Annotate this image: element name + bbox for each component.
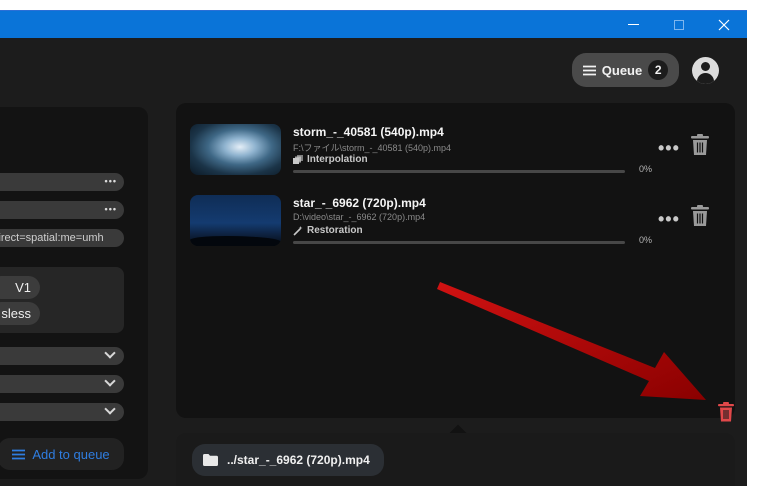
chevron-down-icon [104, 403, 116, 415]
minimize-button[interactable] [610, 11, 656, 38]
output-panel: ../star_-_6962 (720p).mp4 [176, 433, 735, 486]
queue-panel: storm_-_40581 (540p).mp4 F:\ファイル\storm_-… [176, 103, 735, 418]
output-file-chip[interactable]: ../star_-_6962 (720p).mp4 [192, 444, 384, 476]
clear-queue-trash-icon[interactable] [717, 402, 735, 422]
hamburger-icon [582, 65, 596, 75]
queue-item-title: storm_-_40581 (540p).mp4 [293, 125, 444, 139]
output-path-field[interactable]: ••• [0, 201, 124, 219]
header-bar: Queue 2 [0, 38, 747, 102]
video-thumbnail [190, 124, 281, 175]
delete-item-icon[interactable] [690, 134, 710, 156]
queue-item-path: D:\video\star_-_6962 (720p).mp4 [293, 212, 426, 222]
account-icon [701, 62, 710, 71]
queue-item-title: star_-_6962 (720p).mp4 [293, 196, 426, 210]
chevron-down-icon [104, 375, 116, 387]
more-options-icon[interactable]: ••• [105, 204, 117, 214]
queue-count-badge: 2 [648, 60, 669, 80]
more-options-icon[interactable]: ••• [105, 176, 117, 186]
folder-icon [203, 454, 218, 466]
args-field[interactable]: lirect=spatial:me=umh [0, 229, 124, 247]
progress-percent: 0% [639, 164, 653, 174]
maximize-icon [674, 19, 684, 30]
progress-percent: 0% [639, 235, 653, 245]
input-path-field[interactable]: ••• [0, 173, 124, 191]
add-to-queue-label: Add to queue [32, 446, 110, 462]
progress-bar [293, 241, 625, 244]
interpolation-icon [293, 155, 303, 164]
queue-item-task: Interpolation [293, 154, 368, 165]
maximize-button[interactable] [656, 11, 702, 38]
more-options-button[interactable]: ••• [658, 138, 680, 159]
add-to-queue-button[interactable]: Add to queue [0, 438, 124, 470]
close-icon [718, 19, 730, 30]
magic-wand-icon [293, 225, 303, 236]
output-file-label: ../star_-_6962 (720p).mp4 [227, 453, 370, 467]
chevron-down-icon [104, 347, 116, 359]
title-bar [0, 11, 747, 38]
queue-item[interactable]: storm_-_40581 (540p).mp4 F:\ファイル\storm_-… [190, 124, 720, 184]
delete-item-icon[interactable] [690, 205, 710, 227]
queue-label: Queue [601, 62, 643, 78]
queue-button[interactable]: Queue 2 [572, 53, 679, 87]
progress-bar [293, 170, 625, 173]
more-options-button[interactable]: ••• [658, 209, 680, 230]
close-button[interactable] [701, 11, 747, 38]
account-avatar[interactable] [692, 57, 719, 84]
args-text: lirect=spatial:me=umh [0, 232, 104, 244]
app-window: Queue 2 ••• ••• lirect=spatial:me=umh V1… [0, 10, 747, 486]
settings-panel: ••• ••• lirect=spatial:me=umh V1 sless A… [0, 107, 148, 479]
list-add-icon [12, 449, 26, 459]
options-group: V1 sless [0, 267, 124, 333]
queue-item-path: F:\ファイル\storm_-_40581 (540p).mp4 [293, 143, 452, 153]
dropdown-select-1[interactable] [0, 347, 124, 365]
minimize-icon [627, 24, 639, 25]
option-chip-lossless[interactable]: sless [0, 302, 40, 325]
option-chip-v1[interactable]: V1 [0, 276, 40, 299]
queue-item-task: Restoration [293, 225, 363, 236]
dropdown-select-2[interactable] [0, 375, 124, 393]
queue-item[interactable]: star_-_6962 (720p).mp4 D:\video\star_-_6… [190, 195, 720, 255]
video-thumbnail [190, 195, 281, 246]
dropdown-select-3[interactable] [0, 403, 124, 421]
